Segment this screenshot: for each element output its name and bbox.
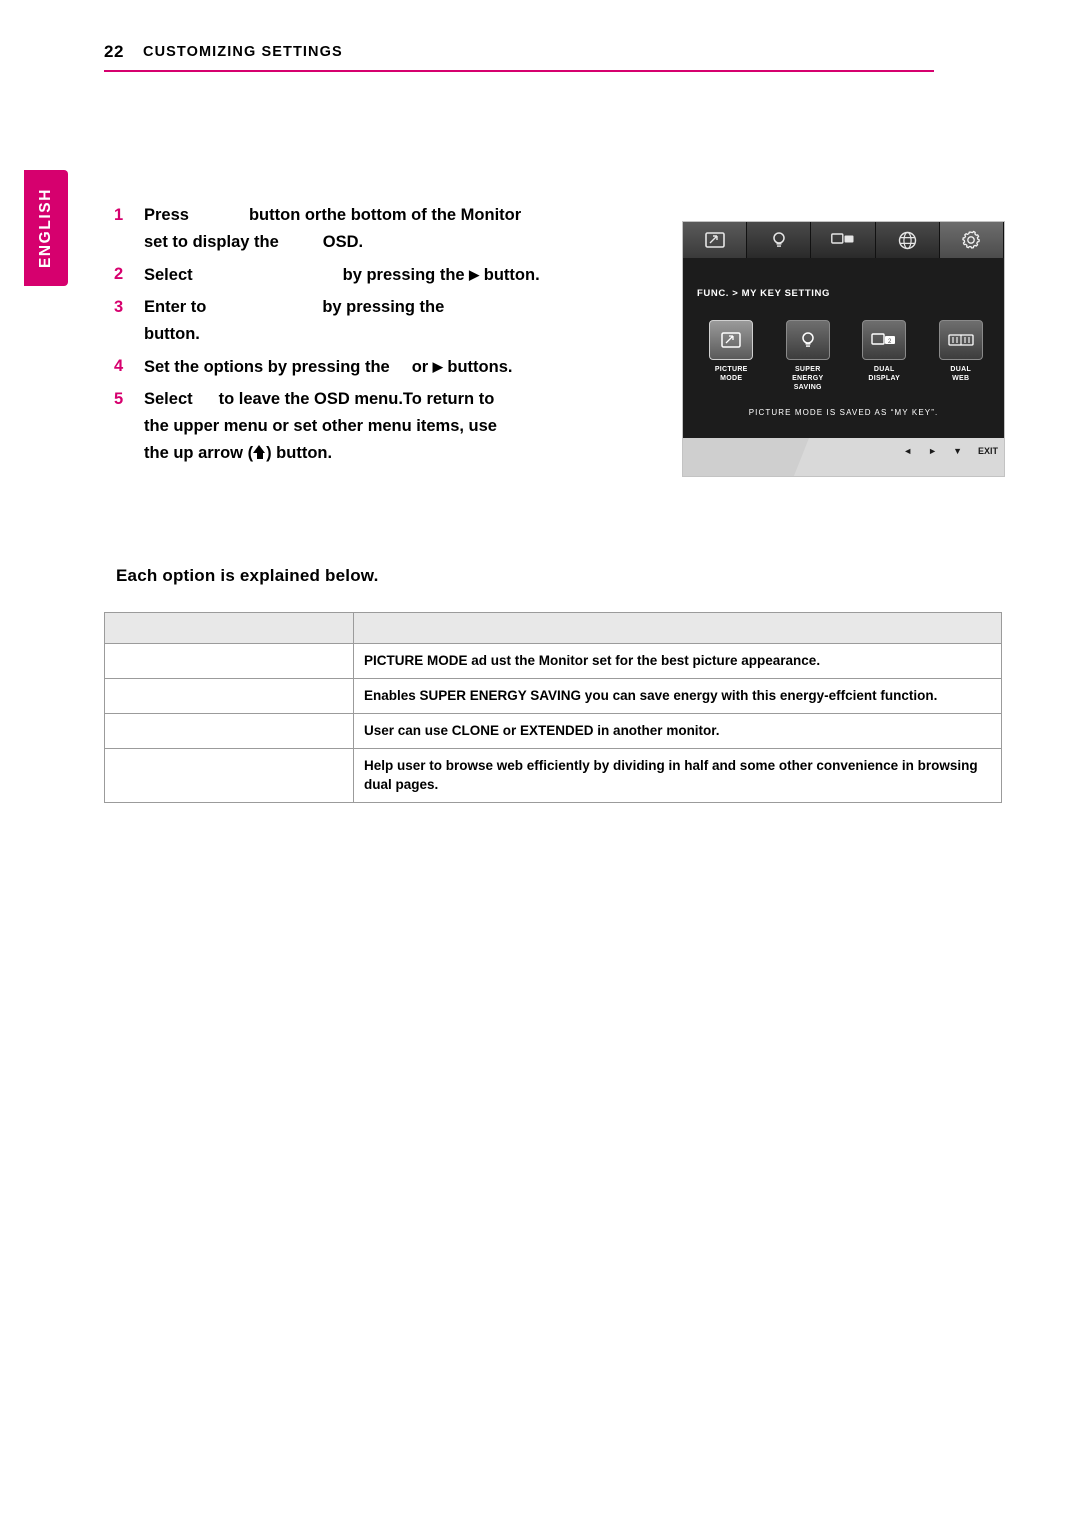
step-1-text-part2: button orthe bottom of the Monitor	[248, 206, 522, 224]
dual-display-icon: 2	[862, 320, 907, 360]
step-2-text-part2: by pressing the	[342, 266, 465, 284]
step-2-text-part1: Select	[144, 266, 193, 284]
menu-icon	[704, 232, 725, 248]
step-5-text-part5: ) button.	[266, 444, 333, 462]
step-4: 4 Set the options by pressing the or ▶ bu…	[108, 353, 668, 381]
osd-tab-dual-web	[875, 222, 940, 258]
dual-display-icon	[831, 233, 855, 247]
step-5-number: 5	[114, 390, 124, 408]
osd-footer-left-shape	[683, 438, 809, 476]
table-cell-label	[104, 643, 354, 679]
right-arrow-icon[interactable]: ►	[928, 446, 937, 456]
osd-item-caption: PICTURE MODE	[701, 365, 762, 383]
osd-item-dual-web[interactable]: DUAL WEB	[931, 320, 992, 392]
page-number: 22	[104, 42, 124, 61]
step-2-text-part3: button.	[483, 266, 540, 284]
osd-item-picture-mode[interactable]: PICTURE MODE	[701, 320, 762, 392]
table-cell-desc: Help user to browse web efficiently by d…	[353, 748, 1002, 803]
bulb-icon	[771, 231, 787, 249]
caption-line-2: DISPLAY	[868, 375, 901, 382]
table-cell-desc: User can use CLONE or EXTENDED in anothe…	[353, 713, 1002, 749]
caption-line-2: WEB	[952, 375, 970, 382]
step-1-text-part1: Press	[144, 206, 189, 224]
picture-mode-icon	[709, 320, 754, 360]
step-1: 1 Press button orthe bottom of the Monito…	[108, 202, 668, 256]
step-1-text-part4: OSD.	[322, 233, 364, 251]
step-5-text-part3: the upper menu or set other menu items, …	[144, 417, 497, 435]
caption-line-1: SUPER	[794, 366, 821, 373]
each-option-heading: Each option is explained below.	[116, 566, 379, 585]
osd-tab-bar	[683, 222, 1005, 258]
steps-list: 1 Press button orthe bottom of the Monito…	[108, 202, 668, 472]
step-3-text-part1: Enter to	[144, 298, 207, 316]
step-4-number: 4	[114, 357, 124, 375]
table-row: User can use CLONE or EXTENDED in anothe…	[104, 713, 1002, 749]
osd-item-row: PICTURE MODE SUPER ENERGY SAVING 2 DUAL …	[701, 320, 991, 392]
osd-screenshot: FUNC. > MY KEY SETTING PICTURE MODE SUPE…	[683, 222, 1005, 476]
step-1-number: 1	[114, 206, 124, 224]
table-cell-label	[104, 678, 354, 714]
right-arrow-icon: ▶	[432, 359, 443, 374]
caption-line-2: MODE	[720, 375, 743, 382]
left-arrow-icon[interactable]: ◄	[903, 446, 912, 456]
step-3-text-part2: by pressing the	[322, 298, 445, 316]
osd-tab-dual-display	[811, 222, 876, 258]
language-tab: ENGLISH	[24, 170, 68, 286]
table-header-label	[104, 612, 354, 644]
right-arrow-icon: ▶	[469, 267, 480, 282]
up-arrow-icon	[253, 445, 266, 460]
table-cell-label	[104, 713, 354, 749]
table-row: Enables SUPER ENERGY SAVING you can save…	[104, 678, 1002, 714]
language-tab-label: ENGLISH	[37, 187, 54, 269]
osd-footer: ◄ ► ▼ EXIT	[683, 438, 1004, 476]
osd-note: PICTURE MODE IS SAVED AS “MY KEY”.	[748, 408, 939, 417]
table-cell-desc: PICTURE MODE ad ust the Monitor set for …	[353, 643, 1002, 679]
table-row: Help user to browse web efficiently by d…	[104, 748, 1002, 803]
step-5-text-part2: to leave the OSD menu.To return to	[218, 390, 495, 408]
step-5-text-part4: the up arrow (	[144, 444, 254, 462]
osd-breadcrumb: FUNC. > MY KEY SETTING	[697, 288, 830, 299]
osd-item-dual-display[interactable]: 2 DUAL DISPLAY	[854, 320, 915, 392]
osd-tab-menu	[683, 222, 748, 258]
table-header-desc	[353, 612, 1002, 644]
table-cell-desc: Enables SUPER ENERGY SAVING you can save…	[353, 678, 1002, 714]
step-4-text-part3: buttons.	[447, 358, 513, 376]
header-divider	[104, 70, 934, 72]
dual-web-icon	[938, 320, 983, 360]
osd-footer-controls: ◄ ► ▼ EXIT	[903, 446, 998, 456]
osd-item-caption: DUAL WEB	[931, 365, 992, 383]
table-row: PICTURE MODE ad ust the Monitor set for …	[104, 643, 1002, 679]
osd-tab-energy	[747, 222, 812, 258]
osd-item-caption: DUAL DISPLAY	[854, 365, 915, 383]
step-3-number: 3	[114, 298, 124, 316]
caption-line-1: DUAL	[950, 366, 972, 373]
exit-button[interactable]: EXIT	[978, 446, 998, 456]
options-table: PICTURE MODE ad ust the Monitor set for …	[104, 612, 1002, 803]
down-arrow-icon[interactable]: ▼	[953, 446, 962, 456]
osd-item-super-energy-saving[interactable]: SUPER ENERGY SAVING	[778, 320, 839, 392]
step-1-text-part3: set to display the	[144, 233, 279, 251]
step-2-number: 2	[114, 265, 124, 283]
globe-icon	[898, 231, 917, 250]
osd-tab-my-key	[939, 222, 1005, 258]
caption-line-2: ENERGY	[792, 375, 824, 382]
step-2: 2 Select by pressing the ▶ button.	[108, 261, 668, 289]
step-4-text-part1: Set the options by pressing the	[144, 358, 390, 376]
step-4-text-part2: or	[411, 358, 429, 376]
table-header-row	[104, 612, 1002, 644]
caption-line-1: DUAL	[873, 366, 895, 373]
page-header: 22 CUSTOMIZING SETTINGS	[104, 42, 934, 76]
step-5: 5 Select to leave the OSD menu.To return …	[108, 386, 668, 467]
gear-icon	[961, 230, 981, 250]
table-cell-label	[104, 748, 354, 803]
bulb-icon	[785, 320, 830, 360]
step-3: 3 Enter to by pressing the button.	[108, 294, 668, 348]
osd-item-caption: SUPER ENERGY SAVING	[778, 365, 839, 392]
page-header-title: CUSTOMIZING SETTINGS	[143, 44, 343, 60]
osd-body: FUNC. > MY KEY SETTING PICTURE MODE SUPE…	[683, 258, 1004, 438]
caption-line-3: SAVING	[793, 384, 822, 391]
step-5-text-part1: Select	[144, 390, 193, 408]
step-3-text-part3: button.	[144, 325, 200, 343]
caption-line-1: PICTURE	[714, 366, 748, 373]
